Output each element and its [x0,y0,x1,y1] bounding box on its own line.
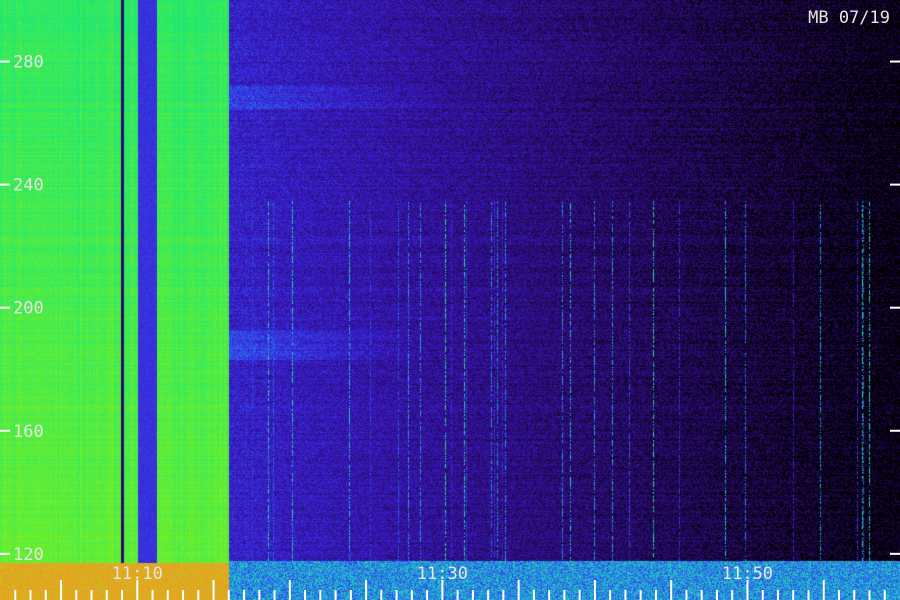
y-tick-label: 200 [13,299,44,319]
x-tick-label: 11:10 [112,564,163,584]
x-tick-label: 11:30 [417,564,468,584]
y-tick-label: 240 [13,176,44,196]
y-tick-label: 120 [13,545,44,565]
x-tick-label: 11:50 [722,564,773,584]
y-tick-label: 160 [13,422,44,442]
axis-overlay: 120 160 200 240 280 11:10 11:30 11:50 MB 07/19 [0,8,900,600]
y-axis-ticks: 120 160 200 240 280 [0,53,900,565]
x-axis-ticks: 11:10 11:30 11:50 [14,564,886,600]
y-tick-label: 280 [13,53,44,73]
chart-title: MB 07/19 [808,8,890,28]
